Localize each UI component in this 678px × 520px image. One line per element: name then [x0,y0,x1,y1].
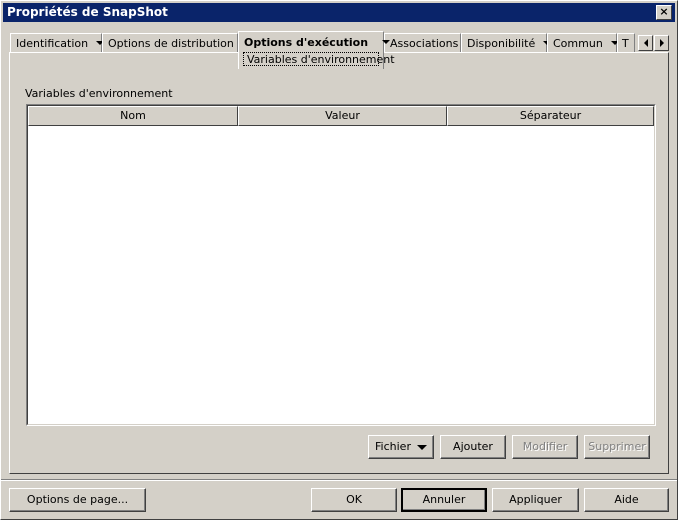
ajouter-button[interactable]: Ajouter [440,435,506,459]
supprimer-button[interactable]: Supprimer [584,435,650,459]
tab-label: Associations [390,36,459,50]
arrow-right-icon [659,39,664,47]
annuler-button[interactable]: Annuler [401,488,487,512]
environment-variables-list[interactable]: Nom Valeur Séparateur [26,104,656,426]
tab-associations[interactable]: Associations [384,33,461,53]
column-header-valeur[interactable]: Valeur [238,106,447,126]
window-title: Propriétés de SnapShot [7,5,168,19]
tab-disponibilite[interactable]: Disponibilité [461,33,552,53]
tab-label: Commun [553,36,603,50]
chevron-down-icon [382,40,391,44]
modifier-button[interactable]: Modifier [512,435,578,459]
tab-label: Options d'exécution [244,36,369,49]
ok-button[interactable]: OK [311,488,397,512]
tab-scroll-left-button[interactable] [638,35,653,51]
subtab-variables-environnement[interactable]: Variables d'environnement [243,52,395,66]
close-button[interactable]: × [656,5,672,20]
title-bar[interactable]: Propriétés de SnapShot × [3,3,675,22]
column-header-nom[interactable]: Nom [28,106,238,126]
properties-dialog: Propriétés de SnapShot × Identification … [0,0,678,520]
arrow-left-icon [643,39,648,47]
tab-identification[interactable]: Identification [10,33,105,53]
tab-options-execution[interactable]: Options d'exécution Variables d'environn… [238,31,395,69]
tab-commun[interactable]: Commun [547,33,619,53]
close-icon: × [659,5,669,18]
tab-label: Disponibilité [467,36,536,50]
tab-scroll-arrows [638,35,670,51]
column-header-separateur[interactable]: Séparateur [447,106,654,126]
tab-label: Identification [16,36,89,50]
tab-truncated[interactable]: T [617,33,635,53]
fichier-button[interactable]: Fichier [368,435,434,459]
tab-scroll-right-button[interactable] [654,35,669,51]
footer-separator [1,479,677,481]
tab-label: T [622,36,629,50]
chevron-down-icon [416,444,427,450]
appliquer-button[interactable]: Appliquer [492,488,579,512]
list-inner: Nom Valeur Séparateur [27,105,655,425]
fichier-label: Fichier [375,440,411,453]
aide-button[interactable]: Aide [584,488,669,512]
section-label: Variables d'environnement [25,87,173,100]
tab-label: Options de distribution [108,36,234,50]
tab-options-distribution[interactable]: Options de distribution [102,33,250,53]
tab-panel: Variables d'environnement Nom Valeur Sép… [9,52,669,474]
options-page-button[interactable]: Options de page... [9,488,146,512]
